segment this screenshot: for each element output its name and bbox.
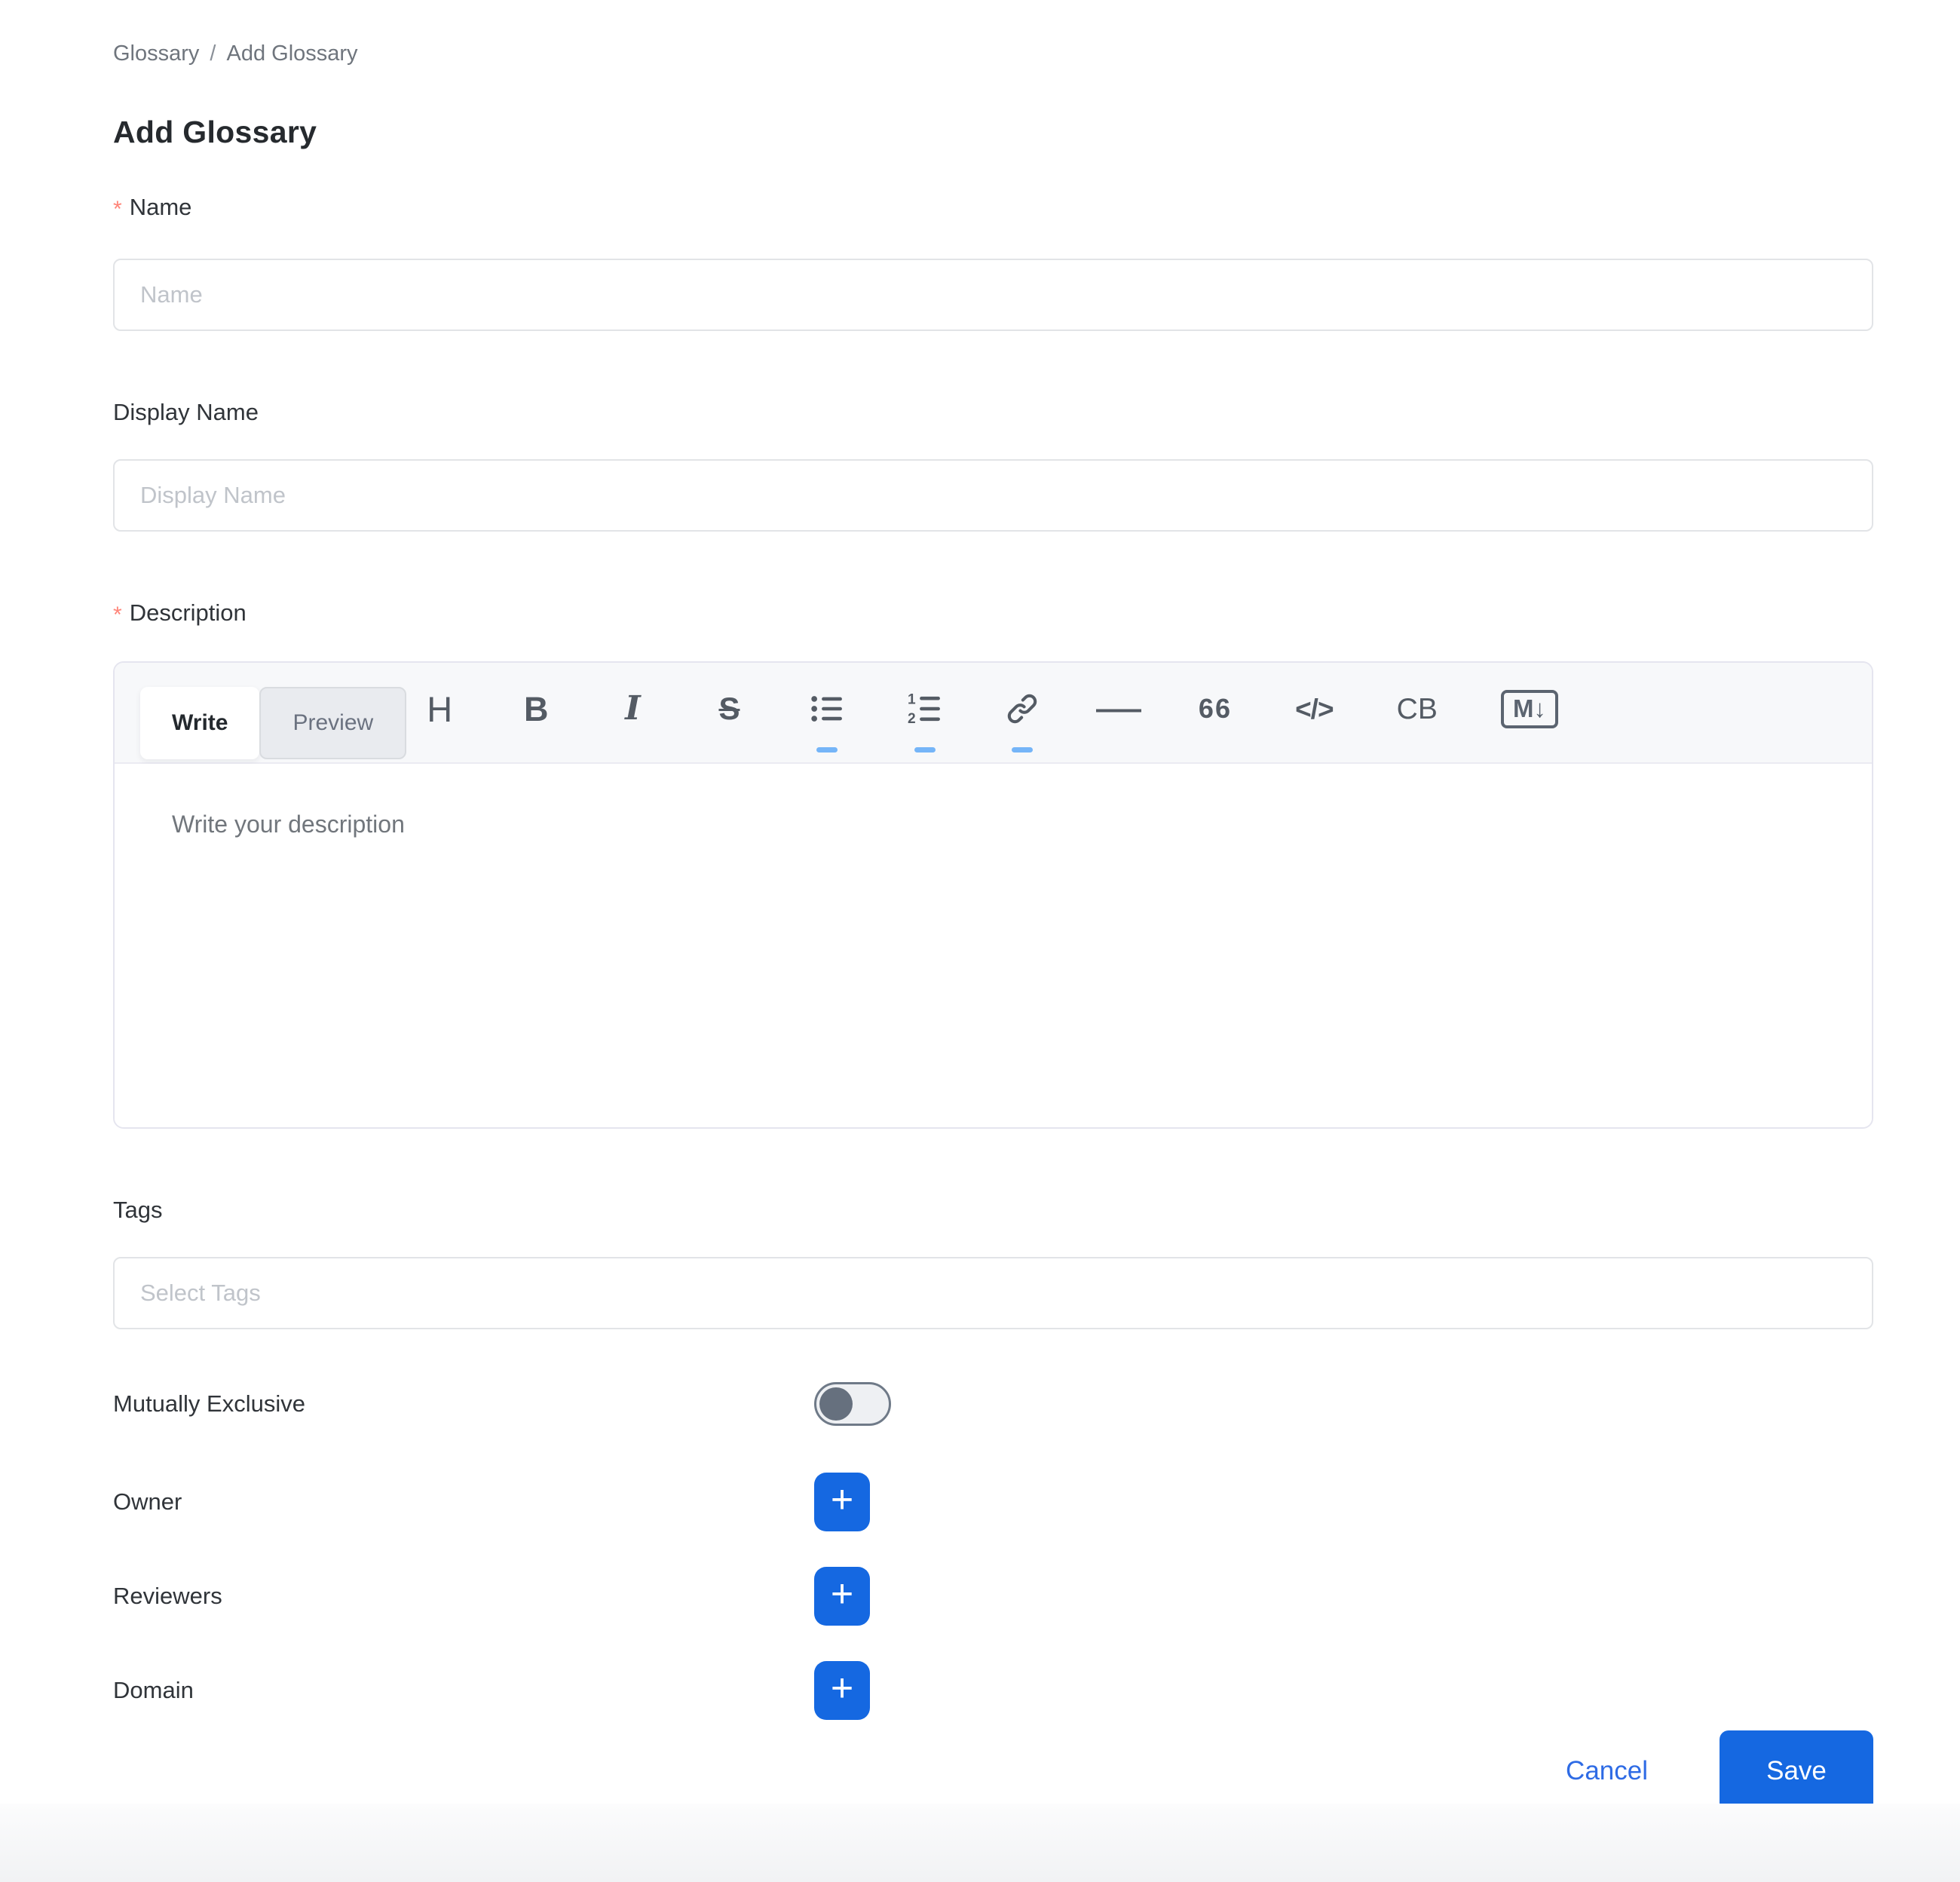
display-name-label-text: Display Name	[113, 399, 259, 426]
description-placeholder: Write your description	[172, 811, 405, 838]
page-footer	[0, 1804, 1960, 1882]
description-field: * Description Write Preview H B	[113, 599, 1873, 1129]
mutually-exclusive-label: Mutually Exclusive	[113, 1390, 814, 1418]
reviewers-row: Reviewers +	[113, 1567, 1873, 1626]
strikethrough-icon[interactable]: S	[708, 679, 750, 739]
tab-preview[interactable]: Preview	[259, 687, 406, 759]
breadcrumb-glossary[interactable]: Glossary	[113, 41, 199, 66]
add-owner-button[interactable]: +	[814, 1473, 870, 1531]
page-title: Add Glossary	[113, 115, 1873, 150]
code-block-icon[interactable]: CB	[1392, 679, 1442, 739]
display-name-field: Display Name	[113, 399, 1873, 532]
add-glossary-page: Glossary / Add Glossary Add Glossary * N…	[0, 0, 1960, 1882]
display-name-input[interactable]	[113, 459, 1873, 532]
description-textarea[interactable]: Write your description	[115, 764, 1872, 1127]
editor-toolbar: Write Preview H B I	[115, 663, 1872, 764]
required-asterisk: *	[113, 599, 122, 631]
svg-text:1: 1	[908, 691, 916, 707]
name-field: * Name	[113, 194, 1873, 331]
save-button[interactable]: Save	[1720, 1730, 1873, 1812]
domain-row: Domain +	[113, 1661, 1873, 1720]
tab-write[interactable]: Write	[140, 687, 259, 759]
tags-field: Tags	[113, 1197, 1873, 1329]
name-label-text: Name	[130, 194, 192, 221]
bulleted-list-icon[interactable]	[805, 679, 849, 739]
code-icon[interactable]: </>	[1291, 679, 1338, 739]
form-actions: Cancel Save	[113, 1730, 1873, 1812]
bold-icon[interactable]: B	[515, 679, 557, 739]
quote-icon[interactable]: 66	[1194, 679, 1236, 739]
breadcrumb-add-glossary: Add Glossary	[226, 41, 357, 66]
add-domain-button[interactable]: +	[814, 1661, 870, 1720]
owner-label: Owner	[113, 1488, 814, 1516]
markdown-icon[interactable]: M↓	[1496, 679, 1563, 739]
svg-text:2: 2	[908, 711, 916, 726]
required-asterisk: *	[113, 194, 122, 225]
description-editor: Write Preview H B I	[113, 661, 1873, 1129]
toggle-knob	[819, 1387, 853, 1421]
owner-row: Owner +	[113, 1473, 1873, 1531]
italic-icon[interactable]: I	[611, 679, 654, 739]
add-glossary-form: Glossary / Add Glossary Add Glossary * N…	[113, 0, 1873, 1812]
name-input[interactable]	[113, 259, 1873, 331]
breadcrumb-separator: /	[210, 41, 216, 66]
tags-input[interactable]	[113, 1257, 1873, 1329]
numbered-list-icon[interactable]: 1 2	[903, 679, 947, 739]
mutually-exclusive-row: Mutually Exclusive	[113, 1382, 1873, 1426]
tags-label: Tags	[113, 1197, 1873, 1224]
heading-icon[interactable]: H	[418, 679, 461, 739]
editor-tabs: Write Preview	[140, 687, 406, 759]
link-icon[interactable]	[1001, 679, 1043, 739]
cancel-button[interactable]: Cancel	[1566, 1756, 1648, 1786]
horizontal-rule-icon[interactable]: —	[1098, 679, 1140, 739]
display-name-label: Display Name	[113, 399, 1873, 426]
tags-label-text: Tags	[113, 1197, 162, 1224]
domain-label: Domain	[113, 1677, 814, 1704]
description-label: * Description	[113, 599, 1873, 631]
description-label-text: Description	[130, 599, 247, 627]
formatting-toolbar: H B I S	[418, 658, 1849, 759]
name-label: * Name	[113, 194, 1873, 225]
breadcrumb: Glossary / Add Glossary	[113, 41, 1873, 66]
add-reviewers-button[interactable]: +	[814, 1567, 870, 1626]
reviewers-label: Reviewers	[113, 1583, 814, 1610]
mutually-exclusive-toggle[interactable]	[814, 1382, 891, 1426]
